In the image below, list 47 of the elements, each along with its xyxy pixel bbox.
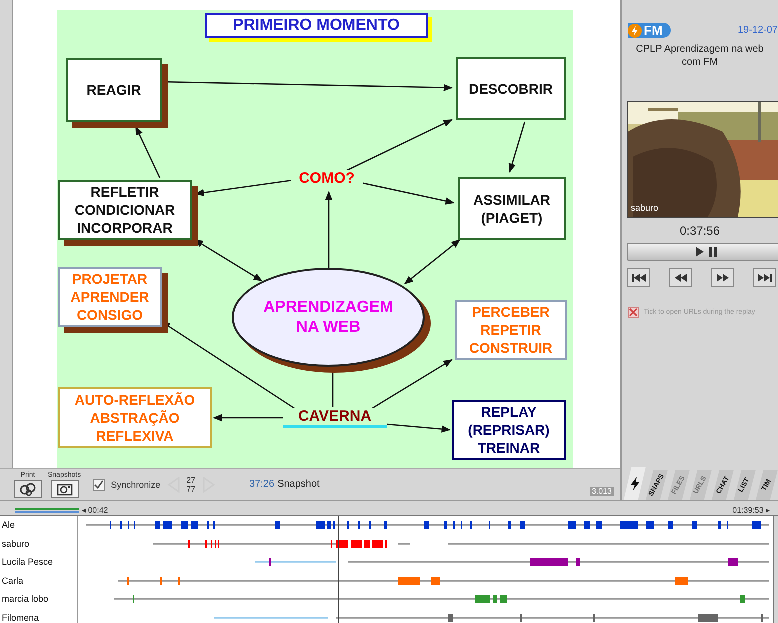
rings-icon (19, 482, 37, 496)
total-pages: 77 (186, 484, 196, 494)
skip-end-icon (758, 274, 772, 282)
lightning-icon (629, 476, 641, 490)
snapshots-button[interactable] (50, 480, 79, 498)
skip-start-icon (632, 274, 646, 282)
concept-label: CAVERNA (283, 408, 387, 428)
rewind-icon (674, 274, 686, 282)
camera-icon (56, 482, 74, 496)
range-bar (15, 508, 79, 514)
print-button[interactable] (14, 480, 42, 498)
participant-name[interactable]: Ale (0, 516, 78, 534)
start-time[interactable]: ◂ 00:42 (82, 506, 108, 515)
panel-tab[interactable] (624, 467, 646, 500)
session-title: CPLP Aprendizagem na web com FM (635, 43, 765, 70)
concept-box: DESCOBRIR (456, 57, 566, 120)
end-time[interactable]: 01:39:53 ▸ (732, 506, 770, 515)
fast-forward-icon (716, 274, 728, 282)
logo: FM (628, 23, 671, 38)
snapshot-time: 37:26 (250, 479, 275, 490)
participant-name[interactable]: saburo (0, 534, 78, 553)
participant-name[interactable]: marcia lobo (0, 590, 78, 608)
arrow (508, 122, 526, 173)
rewind-button[interactable] (669, 268, 692, 287)
zoom-value: 3.013 (590, 487, 614, 496)
participant-name[interactable]: Lucila Pesce (0, 553, 78, 572)
concept-box: AUTO-REFLEXÃO ABSTRAÇÃO REFLEXIVA (58, 387, 212, 448)
skip-end-button[interactable] (753, 268, 776, 287)
double-arrow (404, 239, 461, 285)
concept-box: REPLAY (REPRISAR) TREINAR (452, 400, 566, 460)
fast-forward-button[interactable] (711, 268, 734, 287)
arrow (135, 126, 161, 178)
concept-box: PERCEBER REPETIR CONSTRUIR (455, 300, 567, 360)
synchronize-checkbox[interactable] (93, 478, 106, 490)
play-pause-icon (696, 247, 718, 257)
participant-name[interactable]: Carla (0, 572, 78, 590)
synchronize-label: Synchronize (111, 480, 161, 490)
snapshot-label: Snapshot (278, 479, 320, 490)
concept-box: ASSIMILAR (PIAGET) (458, 177, 566, 240)
skip-start-button[interactable] (627, 268, 650, 287)
session-date: 19-12-07 (738, 25, 778, 36)
play-pause-button[interactable] (627, 243, 778, 261)
playback-time: 0:37:56 (678, 224, 722, 238)
participant-name[interactable]: Filomena (0, 608, 78, 623)
current-page: 27 (186, 476, 196, 484)
video-caption: saburo (631, 203, 659, 213)
lightning-icon (628, 24, 642, 38)
